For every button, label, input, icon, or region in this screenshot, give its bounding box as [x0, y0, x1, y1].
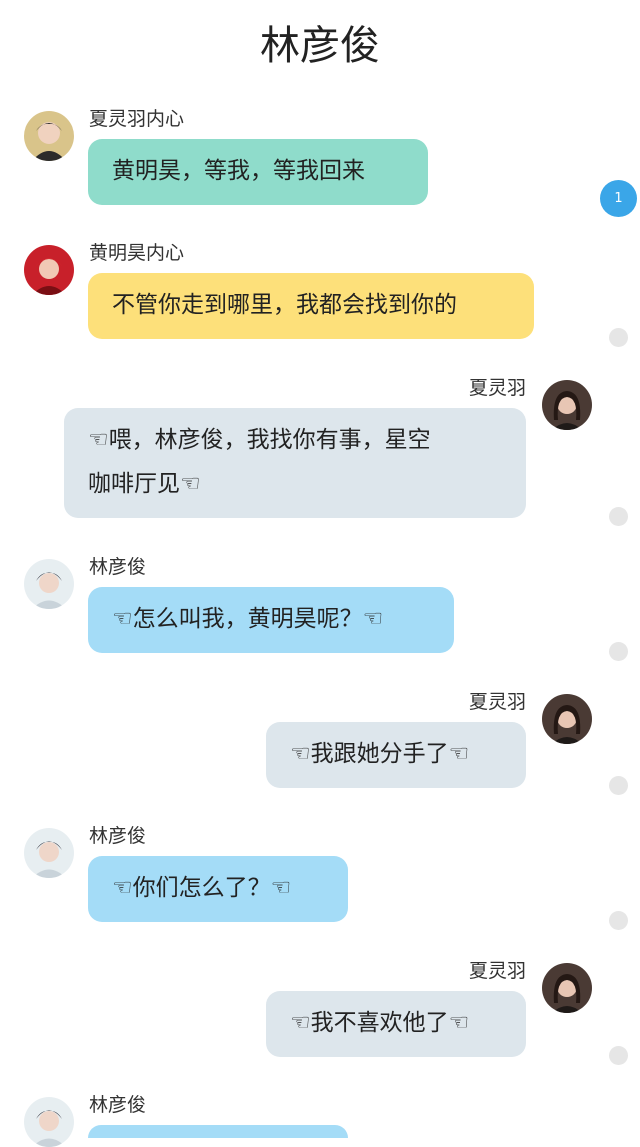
- sender-name: 夏灵羽: [468, 377, 526, 399]
- avatar-girl-icon[interactable]: [542, 963, 592, 1013]
- message-bubble[interactable]: ☜怎么叫我，黄明昊呢？☜: [88, 587, 454, 653]
- avatar-boy-red-hair-icon[interactable]: [24, 245, 74, 295]
- message-bubble[interactable]: ☜我跟她分手了☜: [266, 722, 526, 788]
- message-text-line: ☜喂，林彦俊，我找你有事，星空: [88, 427, 431, 453]
- avatar-boy-light-icon[interactable]: [24, 1097, 74, 1147]
- avatar-boy-dark-hair-icon[interactable]: [24, 111, 74, 161]
- sender-name: 夏灵羽内心: [89, 108, 185, 130]
- chat-title: 林彦俊: [260, 23, 380, 69]
- avatar-girl-icon[interactable]: [542, 380, 592, 430]
- avatar-girl-icon[interactable]: [542, 694, 592, 744]
- read-receipt-dot: [609, 328, 628, 347]
- message-bubble[interactable]: ☜你们怎么了？☜: [88, 856, 348, 922]
- sender-name: 夏灵羽: [468, 691, 526, 713]
- message-bubble[interactable]: ☜喂，林彦俊，我找你有事，星空 咖啡厅见☜: [64, 408, 526, 518]
- sender-name: 林彦俊: [89, 1094, 147, 1116]
- message-text-line: 咖啡厅见☜: [88, 471, 201, 497]
- read-receipt-dot: [609, 507, 628, 526]
- avatar-boy-light-icon[interactable]: [24, 828, 74, 878]
- read-receipt-dot: [609, 1046, 628, 1065]
- unread-count-badge[interactable]: 1: [600, 180, 637, 217]
- message-bubble[interactable]: 不管你走到哪里，我都会找到你的: [88, 273, 534, 339]
- message-bubble[interactable]: [88, 1125, 348, 1138]
- sender-name: 林彦俊: [89, 556, 147, 578]
- sender-name: 黄明昊内心: [89, 242, 185, 264]
- sender-name: 夏灵羽: [468, 960, 526, 982]
- sender-name: 林彦俊: [89, 825, 147, 847]
- message-bubble[interactable]: ☜我不喜欢他了☜: [266, 991, 526, 1057]
- read-receipt-dot: [609, 776, 628, 795]
- read-receipt-dot: [609, 911, 628, 930]
- avatar-boy-light-icon[interactable]: [24, 559, 74, 609]
- message-bubble[interactable]: 黄明昊，等我，等我回来: [88, 139, 428, 205]
- read-receipt-dot: [609, 642, 628, 661]
